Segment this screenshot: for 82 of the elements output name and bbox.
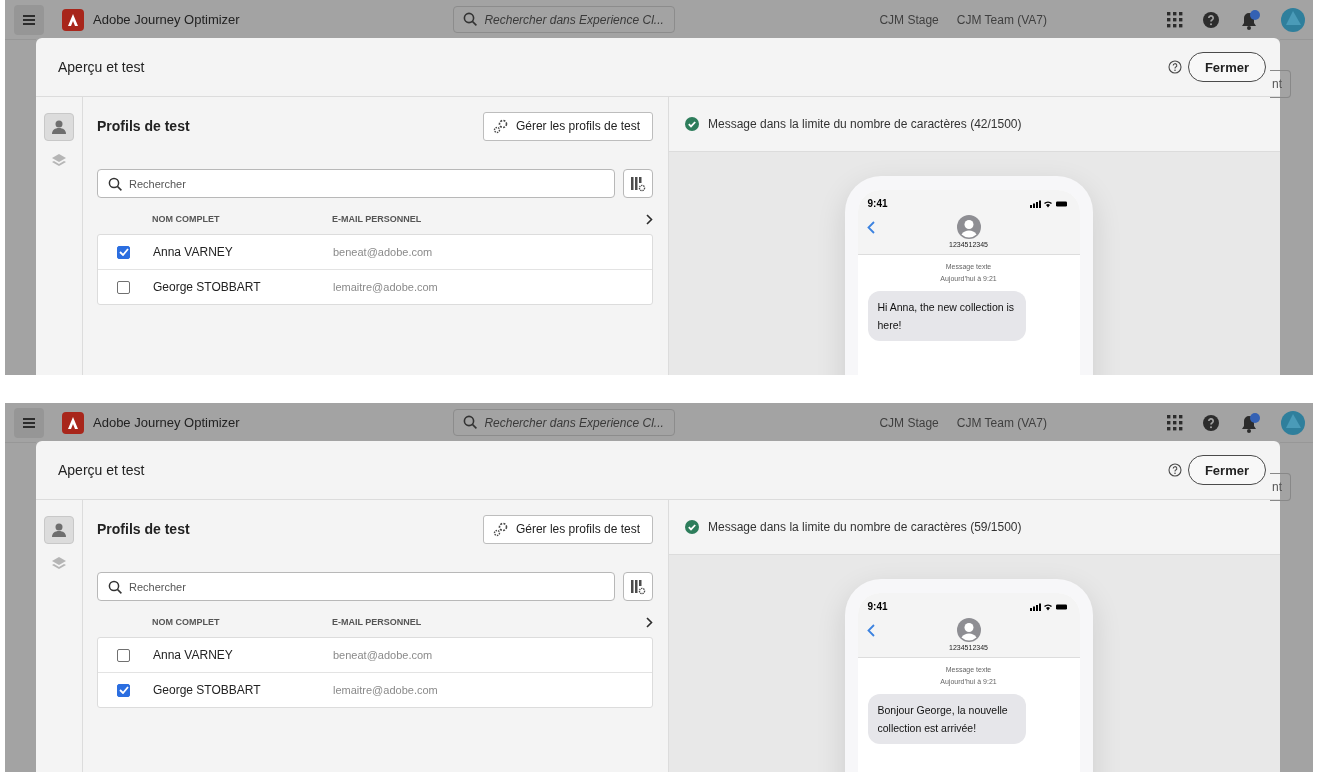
profile-name: Anna VARNEY (153, 245, 234, 259)
rail-tab[interactable] (44, 113, 74, 141)
column-header: E-MAIL PERSONNEL (332, 214, 423, 224)
search-field[interactable]: Rechercher (97, 572, 615, 601)
checkmark-icon (118, 248, 129, 256)
app-grid-icon (1167, 11, 1183, 28)
menu-button[interactable] (14, 407, 44, 438)
person-icon (51, 522, 67, 538)
next-columns-button[interactable] (646, 213, 653, 225)
columns-gear-icon (630, 175, 646, 192)
close-button[interactable]: Fermer (1187, 455, 1266, 485)
profile-email: lemaitre@adobe.com (333, 281, 438, 293)
app-title: Adobe Journey Optimizer (93, 415, 240, 430)
row-checkbox[interactable] (117, 280, 130, 294)
panel-title: Profils de test (97, 118, 190, 134)
app-grid-icon (1167, 414, 1183, 431)
dialog-title: Aperçu et test (58, 59, 145, 75)
column-header: NOM COMPLET (152, 617, 221, 627)
app-title: Adobe Journey Optimizer (93, 12, 240, 27)
layers-icon (51, 556, 67, 572)
panel-title: Profils de test (97, 521, 190, 537)
message-bubble: Bonjour George, la nouvelle collection est arrivée! (867, 694, 1026, 744)
profile-name: Anna VARNEY (153, 648, 234, 662)
status-time: 9:41 (867, 601, 888, 612)
org-switcher-item[interactable]: CJM Team (VA7) (956, 415, 1047, 430)
back-chevron-icon (866, 221, 875, 234)
profile-email: beneat@adobe.com (333, 649, 433, 661)
status-message: Message dans la limite du nombre de caractères (42/1500) (708, 117, 1022, 131)
layers-icon (51, 153, 67, 169)
menu-icon (23, 417, 35, 428)
status-message: Message dans la limite du nombre de caractères (59/1500) (708, 520, 1022, 534)
columns-gear-icon (630, 578, 646, 595)
profile-name: George STOBBART (153, 683, 262, 697)
row-checkbox[interactable] (117, 648, 130, 662)
message-bubble: Hi Anna, the new collection is here! (867, 291, 1026, 341)
app-logo-icon (62, 8, 84, 31)
checkmark-icon (118, 686, 129, 694)
bell-icon (1239, 412, 1261, 433)
column-settings-button[interactable] (623, 572, 653, 601)
next-columns-button[interactable] (646, 616, 653, 628)
contact-avatar-icon (956, 215, 981, 239)
rail-tab[interactable] (44, 516, 74, 544)
person-icon (51, 119, 67, 135)
help-icon (1167, 60, 1182, 74)
chevron-right-icon (646, 616, 653, 628)
avatar-icon (1281, 7, 1305, 32)
manage-profiles-button[interactable]: Gérer les profils de test (482, 111, 653, 141)
global-search-field[interactable]: Rechercher dans Experience Cl... (453, 409, 676, 436)
column-header: NOM COMPLET (152, 214, 221, 224)
back-chevron-icon (866, 624, 875, 637)
avatar-icon (1281, 410, 1305, 435)
close-button[interactable]: Fermer (1187, 52, 1266, 82)
manage-profiles-button[interactable]: Gérer les profils de test (482, 514, 653, 544)
org-switcher-item[interactable]: CJM Stage (879, 12, 939, 27)
menu-icon (23, 14, 35, 25)
org-switcher-item[interactable]: CJM Team (VA7) (956, 12, 1047, 27)
search-field[interactable]: Rechercher (97, 169, 615, 198)
help-icon (1203, 414, 1219, 431)
profile-email: lemaitre@adobe.com (333, 684, 438, 696)
signal-battery-icon (1029, 199, 1068, 208)
chevron-right-icon (646, 213, 653, 225)
bell-icon (1239, 9, 1261, 30)
org-switcher-item[interactable]: CJM Stage (879, 415, 939, 430)
menu-button[interactable] (14, 4, 44, 35)
signal-battery-icon (1029, 602, 1068, 611)
profile-email: beneat@adobe.com (333, 246, 433, 258)
app-logo-icon (62, 411, 84, 434)
search-icon (463, 12, 478, 26)
contact-avatar-icon (956, 618, 981, 642)
search-icon (463, 415, 478, 429)
help-icon (1203, 11, 1219, 28)
status-time: 9:41 (867, 198, 888, 209)
dialog-title: Aperçu et test (58, 462, 145, 478)
global-search-field[interactable]: Rechercher dans Experience Cl... (453, 6, 676, 33)
column-header: E-MAIL PERSONNEL (332, 617, 423, 627)
check-circle-icon (685, 117, 699, 131)
help-icon (1167, 463, 1182, 477)
row-checkbox[interactable] (117, 683, 130, 697)
row-checkbox[interactable] (117, 245, 130, 259)
profile-name: George STOBBART (153, 280, 262, 294)
check-circle-icon (685, 520, 699, 534)
column-settings-button[interactable] (623, 169, 653, 198)
